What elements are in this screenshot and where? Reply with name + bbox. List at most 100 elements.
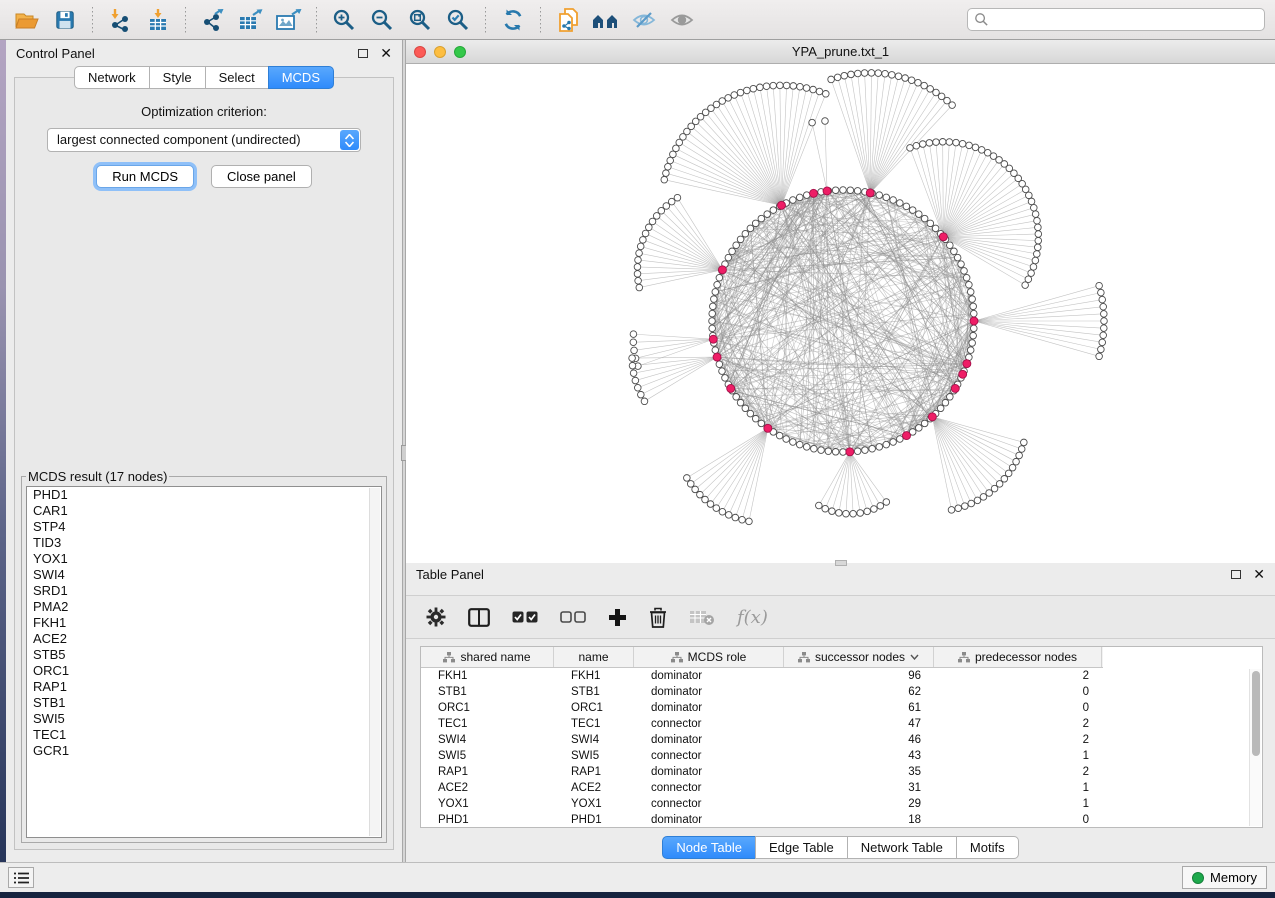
deselect-all-icon[interactable] xyxy=(560,611,586,624)
table-cell: SWI4 xyxy=(554,732,634,748)
table-row[interactable]: SWI4SWI4dominator462 xyxy=(421,732,1262,748)
select-all-icon[interactable] xyxy=(512,611,538,624)
result-node[interactable]: TEC1 xyxy=(27,727,381,743)
close-window-icon[interactable] xyxy=(414,46,426,58)
result-node[interactable]: YOX1 xyxy=(27,551,381,567)
result-node[interactable]: ACE2 xyxy=(27,631,381,647)
export-image-icon[interactable] xyxy=(272,5,306,35)
save-session-icon[interactable] xyxy=(48,5,82,35)
column-header-shared-name[interactable]: shared name xyxy=(421,647,554,667)
result-node[interactable]: STB5 xyxy=(27,647,381,663)
toolbar-separator xyxy=(485,7,486,33)
task-history-icon[interactable] xyxy=(8,867,34,888)
table-cell: 0 xyxy=(934,700,1102,716)
criterion-value: largest connected component (undirected) xyxy=(57,132,301,147)
table-cell: YOX1 xyxy=(421,796,554,812)
float-table-panel-icon[interactable] xyxy=(1231,570,1241,579)
close-table-panel-icon[interactable]: ✕ xyxy=(1253,567,1265,581)
float-panel-icon[interactable] xyxy=(358,49,368,58)
import-network-icon[interactable] xyxy=(103,5,137,35)
table-row[interactable]: RAP1RAP1dominator352 xyxy=(421,764,1262,780)
column-header-name[interactable]: name xyxy=(554,647,634,667)
duplicate-network-icon[interactable] xyxy=(551,5,585,35)
table-row[interactable]: TEC1TEC1connector472 xyxy=(421,716,1262,732)
result-node[interactable]: SWI5 xyxy=(27,711,381,727)
column-header-successor-nodes[interactable]: successor nodes xyxy=(784,647,934,667)
import-table-icon[interactable] xyxy=(141,5,175,35)
result-list-scrollbar[interactable] xyxy=(369,488,380,836)
result-node[interactable]: CAR1 xyxy=(27,503,381,519)
close-panel-button[interactable]: Close panel xyxy=(211,165,312,188)
table-cell: SWI5 xyxy=(554,748,634,764)
column-header-MCDS-role[interactable]: MCDS role xyxy=(634,647,784,667)
result-node[interactable]: FKH1 xyxy=(27,615,381,631)
result-node[interactable]: STB1 xyxy=(27,695,381,711)
tab-style[interactable]: Style xyxy=(149,66,206,89)
refresh-view-icon[interactable] xyxy=(496,5,530,35)
tab-motifs[interactable]: Motifs xyxy=(956,836,1019,859)
zoom-out-icon[interactable] xyxy=(365,5,399,35)
table-cell: TEC1 xyxy=(554,716,634,732)
column-header-predecessor-nodes[interactable]: predecessor nodes xyxy=(934,647,1102,667)
delete-table-icon[interactable] xyxy=(689,609,715,626)
table-row[interactable]: ACE2ACE2connector311 xyxy=(421,780,1262,796)
table-row[interactable]: SWI5SWI5connector431 xyxy=(421,748,1262,764)
network-window-titlebar[interactable]: YPA_prune.txt_1 xyxy=(406,40,1275,64)
table-cell: PHD1 xyxy=(421,812,554,828)
close-panel-icon[interactable]: ✕ xyxy=(380,46,392,60)
memory-button[interactable]: Memory xyxy=(1182,866,1267,889)
result-node[interactable]: STP4 xyxy=(27,519,381,535)
function-builder-icon[interactable]: f(x) xyxy=(737,607,768,628)
toggle-panels-icon[interactable] xyxy=(468,608,490,627)
tab-edge-table[interactable]: Edge Table xyxy=(755,836,848,859)
zoom-fit-icon[interactable] xyxy=(403,5,437,35)
horizontal-splitter-handle[interactable] xyxy=(835,560,847,566)
tab-select[interactable]: Select xyxy=(205,66,269,89)
result-node[interactable]: SWI4 xyxy=(27,567,381,583)
result-node[interactable]: ORC1 xyxy=(27,663,381,679)
result-node[interactable]: SRD1 xyxy=(27,583,381,599)
table-cell: 43 xyxy=(784,748,934,764)
table-scrollbar[interactable] xyxy=(1249,669,1261,826)
tab-network-table[interactable]: Network Table xyxy=(847,836,957,859)
table-settings-icon[interactable] xyxy=(426,607,446,627)
table-cell: 2 xyxy=(934,764,1102,780)
table-cell: SWI4 xyxy=(421,732,554,748)
mcds-result-list[interactable]: PHD1CAR1STP4TID3YOX1SWI4SRD1PMA2FKH1ACE2… xyxy=(26,486,382,838)
result-node[interactable]: GCR1 xyxy=(27,743,381,759)
table-row[interactable]: FKH1FKH1dominator962 xyxy=(421,668,1262,684)
table-scrollbar-thumb[interactable] xyxy=(1252,671,1260,756)
first-neighbors-icon[interactable] xyxy=(589,5,623,35)
show-all-icon[interactable] xyxy=(665,5,699,35)
add-column-icon[interactable] xyxy=(608,608,627,627)
table-cell: dominator xyxy=(634,700,784,716)
delete-column-icon[interactable] xyxy=(649,607,667,628)
table-row[interactable]: PHD1PHD1dominator180 xyxy=(421,812,1262,828)
result-node[interactable]: RAP1 xyxy=(27,679,381,695)
hide-selected-icon[interactable] xyxy=(627,5,661,35)
table-row[interactable]: STB1STB1dominator620 xyxy=(421,684,1262,700)
result-node[interactable]: TID3 xyxy=(27,535,381,551)
export-table-icon[interactable] xyxy=(234,5,268,35)
maximize-window-icon[interactable] xyxy=(454,46,466,58)
table-cell: 2 xyxy=(934,716,1102,732)
tab-network[interactable]: Network xyxy=(74,66,150,89)
network-canvas[interactable] xyxy=(406,64,1275,563)
zoom-selected-icon[interactable] xyxy=(441,5,475,35)
export-network-icon[interactable] xyxy=(196,5,230,35)
table-cell: dominator xyxy=(634,812,784,828)
zoom-in-icon[interactable] xyxy=(327,5,361,35)
criterion-select[interactable]: largest connected component (undirected) xyxy=(47,128,361,152)
table-cell: connector xyxy=(634,748,784,764)
table-row[interactable]: YOX1YOX1connector291 xyxy=(421,796,1262,812)
result-node[interactable]: PHD1 xyxy=(27,487,381,503)
tab-node-table[interactable]: Node Table xyxy=(662,836,756,859)
minimize-window-icon[interactable] xyxy=(434,46,446,58)
open-file-icon[interactable] xyxy=(10,5,44,35)
network-graph[interactable] xyxy=(406,64,1275,560)
run-mcds-button[interactable]: Run MCDS xyxy=(96,165,194,188)
result-node[interactable]: PMA2 xyxy=(27,599,381,615)
search-input[interactable] xyxy=(967,8,1265,31)
table-row[interactable]: ORC1ORC1dominator610 xyxy=(421,700,1262,716)
tab-mcds[interactable]: MCDS xyxy=(268,66,334,89)
